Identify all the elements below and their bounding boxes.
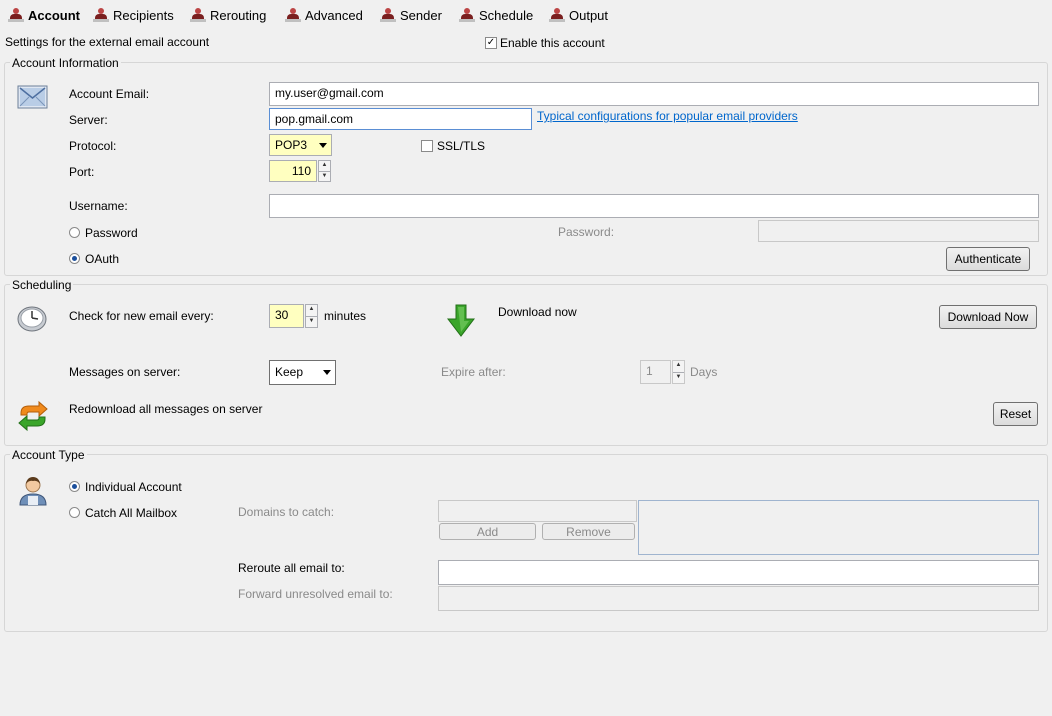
- enable-account-label: Enable this account: [500, 36, 605, 50]
- forward-unresolved-field[interactable]: [438, 586, 1039, 611]
- tab-schedule[interactable]: Schedule: [459, 4, 533, 26]
- password-radio[interactable]: [69, 227, 80, 238]
- chevron-down-icon: [323, 370, 331, 375]
- person-icon: [19, 477, 47, 506]
- username-label: Username:: [69, 199, 128, 213]
- individual-account-label: Individual Account: [85, 480, 182, 494]
- tab-recipients[interactable]: Recipients: [93, 4, 174, 26]
- expire-after-spinner[interactable]: ▲ ▼: [672, 360, 685, 384]
- expire-after-field[interactable]: 1: [640, 360, 671, 384]
- ssl-tls-checkbox[interactable]: [421, 140, 433, 152]
- spin-up-icon[interactable]: ▲: [306, 305, 317, 316]
- port-label: Port:: [69, 165, 95, 179]
- account-type-legend: Account Type: [10, 448, 87, 462]
- check-interval-field[interactable]: 30: [269, 304, 304, 328]
- account-description: Settings for the external email account: [5, 35, 210, 49]
- server-field[interactable]: pop.gmail.com: [269, 108, 532, 130]
- reset-button[interactable]: Reset: [993, 402, 1038, 426]
- tab-bar: Account Recipients Rerouting Advanced Se…: [0, 0, 1052, 30]
- download-arrow-icon: [446, 304, 476, 337]
- individual-account-radio[interactable]: [69, 481, 80, 492]
- minutes-label: minutes: [324, 309, 367, 323]
- ssl-tls-label: SSL/TLS: [437, 139, 486, 153]
- user-icon: [549, 8, 565, 22]
- tab-account[interactable]: Account: [8, 4, 80, 26]
- tab-output[interactable]: Output: [549, 4, 608, 26]
- password-field[interactable]: [758, 220, 1039, 242]
- tab-label: Output: [569, 7, 609, 23]
- username-field[interactable]: [269, 194, 1039, 218]
- port-spinner[interactable]: ▲ ▼: [318, 160, 331, 182]
- catch-all-radio[interactable]: [69, 507, 80, 518]
- chevron-down-icon: [319, 143, 327, 148]
- password-radio-label: Password: [85, 226, 138, 240]
- enable-account-checkbox[interactable]: ✓: [485, 37, 497, 49]
- user-icon: [285, 8, 301, 22]
- server-label: Server:: [69, 113, 108, 127]
- clock-icon: [17, 306, 47, 332]
- reroute-all-field[interactable]: [438, 560, 1039, 585]
- check-interval-label: Check for new email every:: [69, 309, 214, 323]
- messages-on-server-dropdown[interactable]: Keep: [269, 360, 336, 385]
- spin-down-icon[interactable]: ▼: [306, 316, 317, 327]
- refresh-icon: [18, 400, 48, 432]
- user-icon: [8, 8, 24, 22]
- tab-sender[interactable]: Sender: [380, 4, 442, 26]
- authenticate-button[interactable]: Authenticate: [946, 247, 1030, 271]
- spin-up-icon[interactable]: ▲: [319, 161, 330, 171]
- spin-down-icon[interactable]: ▼: [319, 171, 330, 181]
- domains-to-catch-field[interactable]: [438, 500, 637, 522]
- protocol-label: Protocol:: [69, 139, 117, 153]
- tab-label: Rerouting: [210, 7, 267, 23]
- oauth-radio-label: OAuth: [85, 252, 120, 266]
- envelope-icon: [17, 85, 48, 109]
- account-email-field[interactable]: my.user@gmail.com: [269, 82, 1039, 106]
- reroute-all-label: Reroute all email to:: [238, 561, 345, 575]
- add-domain-button[interactable]: Add: [439, 523, 536, 540]
- domains-to-catch-label: Domains to catch:: [238, 505, 335, 519]
- account-information-legend: Account Information: [10, 56, 121, 70]
- scheduling-legend: Scheduling: [10, 278, 74, 292]
- protocol-dropdown[interactable]: POP3: [269, 134, 332, 156]
- spin-up-icon[interactable]: ▲: [673, 361, 684, 372]
- catch-all-label: Catch All Mailbox: [85, 506, 178, 520]
- spin-down-icon[interactable]: ▼: [673, 372, 684, 383]
- tab-label: Sender: [400, 7, 442, 23]
- download-now-button[interactable]: Download Now: [939, 305, 1037, 329]
- user-icon: [93, 8, 109, 22]
- messages-on-server-value: Keep: [275, 365, 304, 379]
- user-icon: [459, 8, 475, 22]
- password-field-label: Password:: [558, 225, 615, 239]
- oauth-radio[interactable]: [69, 253, 80, 264]
- user-icon: [380, 8, 396, 22]
- protocol-value: POP3: [275, 138, 308, 152]
- tab-label: Schedule: [479, 7, 534, 23]
- remove-domain-button[interactable]: Remove: [542, 523, 635, 540]
- tab-advanced[interactable]: Advanced: [285, 4, 363, 26]
- expire-after-label: Expire after:: [441, 365, 506, 379]
- days-label: Days: [690, 365, 718, 379]
- redownload-label: Redownload all messages on server: [69, 402, 263, 416]
- tab-label: Advanced: [305, 7, 363, 23]
- check-interval-spinner[interactable]: ▲ ▼: [305, 304, 318, 328]
- domains-list[interactable]: [638, 500, 1039, 555]
- user-icon: [190, 8, 206, 22]
- download-now-label: Download now: [498, 305, 577, 319]
- account-email-label: Account Email:: [69, 87, 150, 101]
- tab-label: Recipients: [113, 7, 174, 23]
- forward-unresolved-label: Forward unresolved email to:: [238, 587, 393, 601]
- port-field[interactable]: 110: [269, 160, 317, 182]
- tab-rerouting[interactable]: Rerouting: [190, 4, 266, 26]
- tab-label: Account: [28, 7, 80, 23]
- messages-on-server-label: Messages on server:: [69, 365, 181, 379]
- email-providers-link[interactable]: Typical configurations for popular email…: [537, 109, 798, 123]
